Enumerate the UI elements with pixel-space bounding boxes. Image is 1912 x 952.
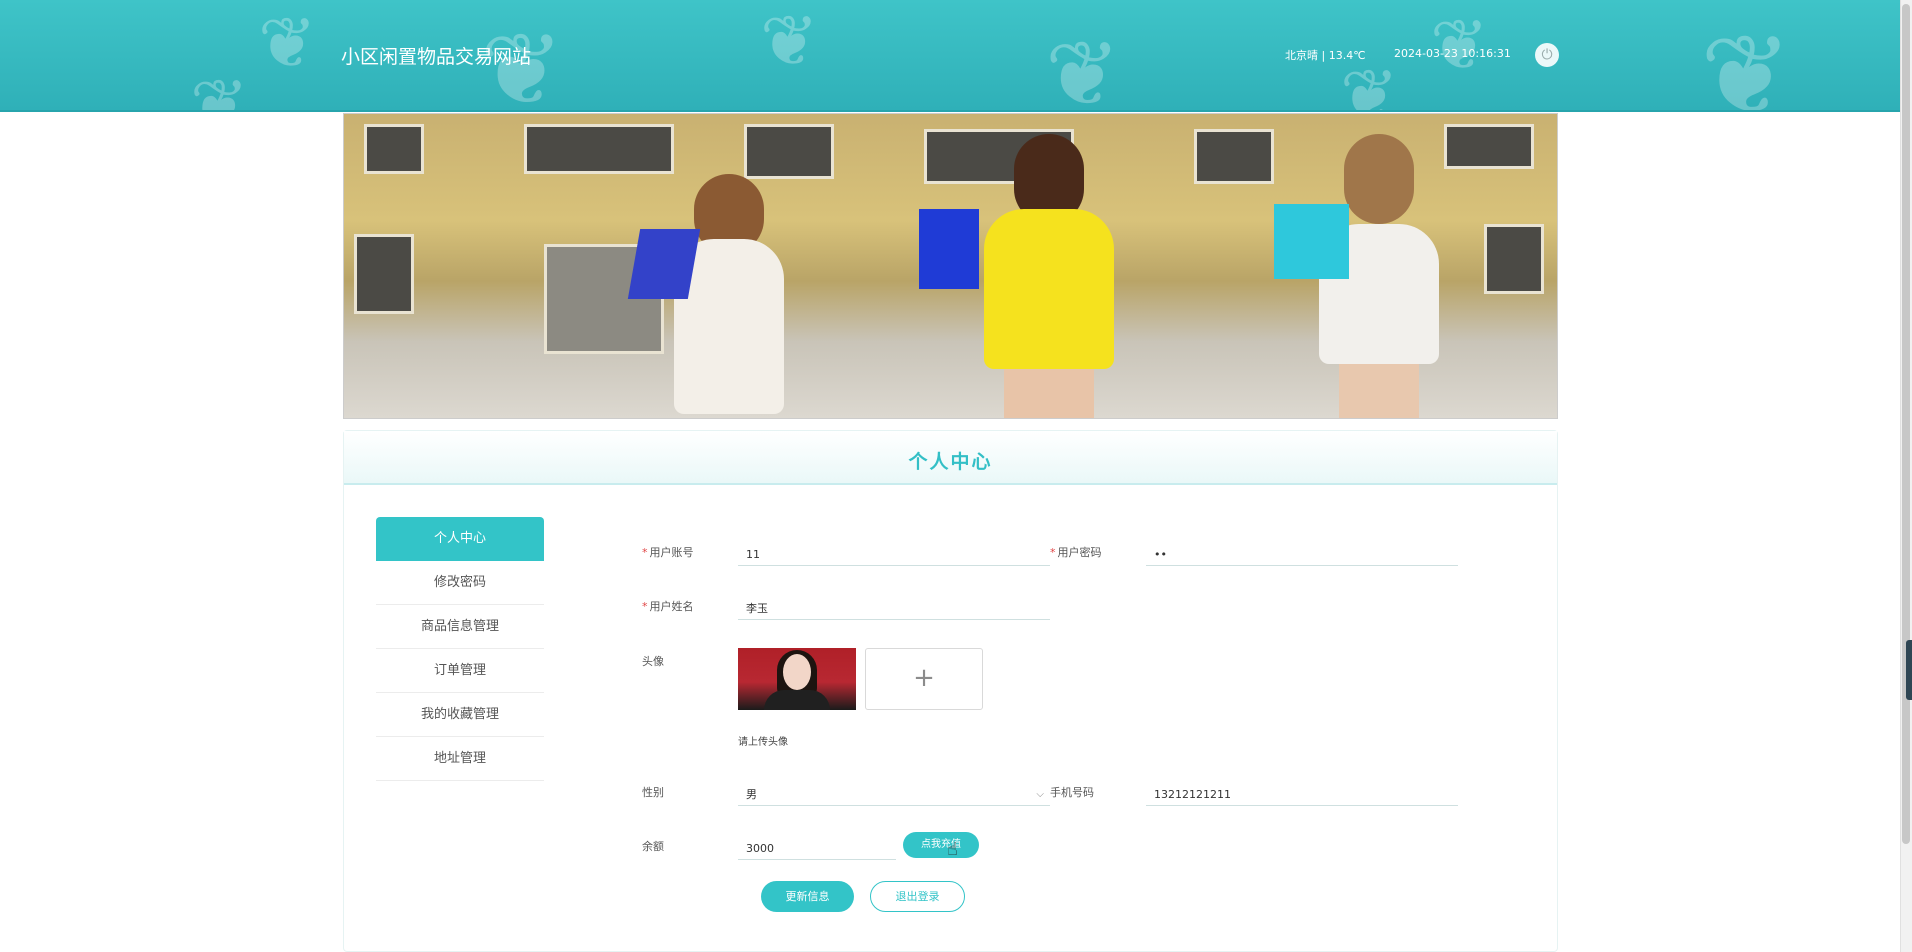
- password-label-text: 用户密码: [1057, 546, 1102, 559]
- page-scrollbar[interactable]: [1900, 0, 1912, 952]
- building-window: [354, 234, 414, 314]
- banner-image: [343, 113, 1558, 419]
- butterfly-decoration-icon: ❦: [760, 0, 819, 82]
- balance-label: 余额: [642, 840, 664, 853]
- sidebar-item-product-management[interactable]: 商品信息管理: [376, 605, 544, 649]
- upload-hint: 请上传头像: [738, 737, 788, 748]
- required-mark: *: [642, 600, 648, 613]
- required-mark: *: [1050, 546, 1056, 559]
- building-window: [524, 124, 674, 174]
- mouse-cursor-icon: ☝: [947, 839, 958, 860]
- butterfly-decoration-icon: ❦: [1045, 22, 1121, 112]
- password-label: * 用户密码: [1050, 544, 1102, 560]
- avatar-face: [783, 654, 811, 690]
- shopping-bag: [1274, 204, 1349, 279]
- sidebar-item-order-management[interactable]: 订单管理: [376, 649, 544, 693]
- account-label-text: 用户账号: [649, 546, 694, 559]
- plus-icon: +: [913, 663, 935, 693]
- update-info-button[interactable]: 更新信息: [761, 881, 854, 912]
- gender-value: 男: [746, 788, 757, 801]
- building-window: [1444, 124, 1534, 169]
- name-label-text: 用户姓名: [649, 600, 694, 613]
- password-field[interactable]: ••: [1146, 540, 1458, 566]
- account-label: * 用户账号: [642, 544, 694, 560]
- gender-label: 性别: [642, 786, 664, 799]
- site-title: 小区闲置物品交易网站: [341, 46, 532, 68]
- panel-header: 个人中心: [344, 431, 1557, 485]
- phone-field[interactable]: 13212121211: [1146, 780, 1458, 806]
- logout-button[interactable]: 退出登录: [870, 881, 965, 912]
- butterfly-decoration-icon: ❦: [258, 2, 317, 84]
- name-field[interactable]: 李玉: [738, 594, 1050, 620]
- girl-legs: [1004, 369, 1094, 418]
- shopping-bag: [627, 229, 701, 299]
- phone-label: 手机号码: [1050, 786, 1094, 799]
- account-field[interactable]: 11: [738, 540, 1050, 566]
- chevron-down-icon: ⌵: [1036, 789, 1044, 800]
- building-window: [744, 124, 834, 179]
- scrollbar-thumb[interactable]: [1902, 4, 1910, 844]
- butterfly-decoration-icon: ❦: [190, 64, 249, 112]
- building-window: [1194, 129, 1274, 184]
- building-window: [364, 124, 424, 174]
- sidebar-item-change-password[interactable]: 修改密码: [376, 561, 544, 605]
- personal-center-panel: 个人中心 个人中心 修改密码 商品信息管理 订单管理 我的收藏管理 地址管理 *…: [343, 430, 1558, 952]
- girl-hair: [1344, 134, 1414, 224]
- sidebar-item-address-management[interactable]: 地址管理: [376, 737, 544, 781]
- balance-field[interactable]: 3000: [738, 834, 896, 860]
- shopping-bag: [919, 209, 979, 289]
- panel-title: 个人中心: [908, 451, 993, 473]
- avatar-upload-button[interactable]: +: [865, 648, 983, 710]
- sidebar-item-personal-center[interactable]: 个人中心: [376, 517, 544, 561]
- recharge-button[interactable]: 点我充值: [903, 832, 979, 858]
- avatar-image[interactable]: [738, 648, 856, 710]
- top-header: ❦ ❦ ❦ ❦ ❦ ❦ ❦ ❦ 小区闲置物品交易网站 北京晴 | 13.4℃ 2…: [0, 0, 1900, 112]
- power-icon[interactable]: ⏻: [1535, 43, 1559, 67]
- sidebar-item-favorites-management[interactable]: 我的收藏管理: [376, 693, 544, 737]
- girl-yellow-dress: [984, 209, 1114, 369]
- building-window: [1484, 224, 1544, 294]
- sidebar-menu: 个人中心 修改密码 商品信息管理 订单管理 我的收藏管理 地址管理: [376, 517, 544, 781]
- girl-legs: [1339, 364, 1419, 418]
- name-label: * 用户姓名: [642, 598, 694, 614]
- avatar-body: [764, 690, 830, 710]
- current-datetime: 2024-03-23 10:16:31: [1394, 47, 1511, 60]
- avatar-label: 头像: [642, 655, 664, 668]
- butterfly-decoration-icon: ❦: [1700, 11, 1793, 112]
- required-mark: *: [642, 546, 648, 559]
- butterfly-decoration-icon: ❦: [1340, 54, 1399, 112]
- butterfly-decoration-icon: ❦: [1430, 4, 1489, 86]
- side-grip-handle[interactable]: [1906, 640, 1912, 700]
- weather-info: 北京晴 | 13.4℃: [1285, 49, 1366, 62]
- gender-select[interactable]: 男 ⌵: [738, 780, 1050, 806]
